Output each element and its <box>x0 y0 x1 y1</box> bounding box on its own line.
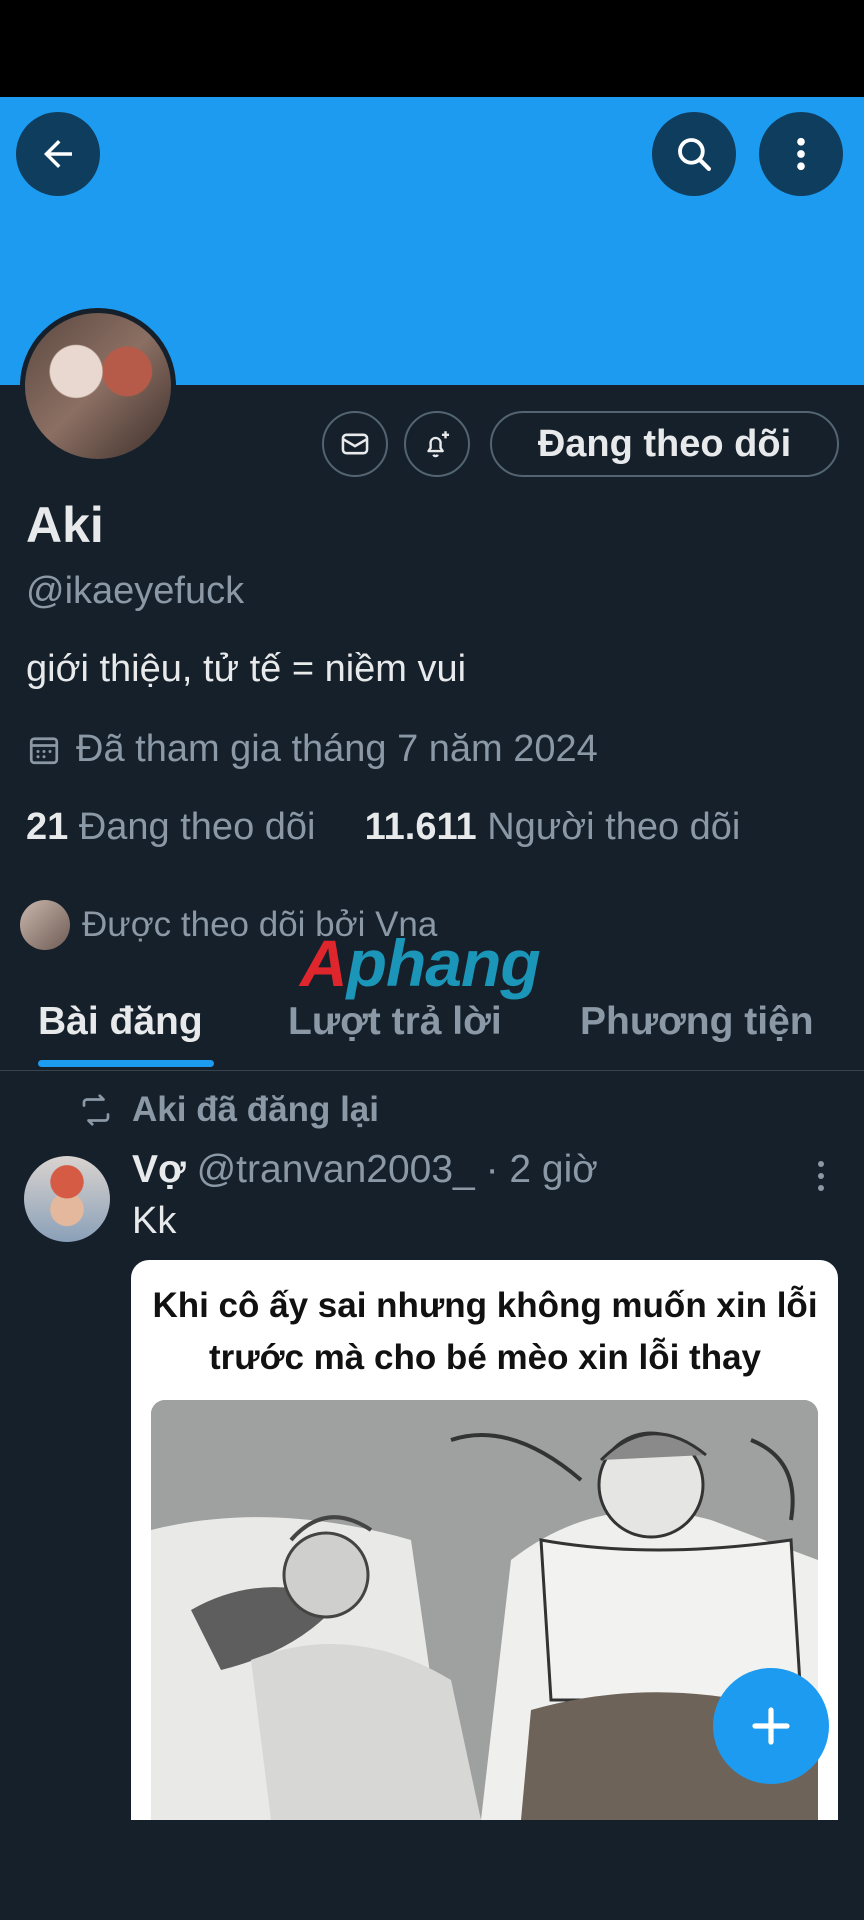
followers-count: 11.611 <box>364 806 477 848</box>
following-label: Đang theo dõi <box>78 806 316 848</box>
follow-stats: 21 Đang theo dõi 11.611 Người theo dõi <box>26 806 740 849</box>
notify-button[interactable] <box>404 411 470 477</box>
post-time: · 2 giờ <box>485 1148 598 1191</box>
post-author-name[interactable]: Vợ <box>132 1148 186 1191</box>
more-vertical-icon <box>797 137 805 171</box>
envelope-icon <box>341 433 369 455</box>
joined-date: Đã tham gia tháng 7 năm 2024 <box>26 728 598 771</box>
tab-posts[interactable]: Bài đăng <box>38 1000 203 1044</box>
bell-plus-icon <box>427 431 450 458</box>
media-caption: Khi cô ấy sai nhưng không muốn xin lỗi t… <box>152 1286 818 1377</box>
repost-indicator: Aki đã đăng lại <box>78 1090 379 1130</box>
post-header: Vợ @tranvan2003_ · 2 giờ <box>132 1148 598 1192</box>
search-button[interactable] <box>652 112 736 196</box>
status-bar <box>0 0 864 97</box>
profile-handle: @ikaeyefuck <box>26 570 245 612</box>
calendar-icon <box>29 736 59 764</box>
arrow-left-icon <box>44 140 72 168</box>
repost-text: Aki đã đăng lại <box>132 1090 379 1129</box>
post-text: Kk <box>132 1200 177 1242</box>
following-link[interactable]: 21 Đang theo dõi <box>26 806 315 848</box>
message-button[interactable] <box>322 411 388 477</box>
profile-tabs: Bài đăng Lượt trả lời Phương tiện <box>0 990 864 1071</box>
post-author-handle[interactable]: @tranvan2003_ <box>197 1148 475 1191</box>
tab-media[interactable]: Phương tiện <box>580 1000 814 1044</box>
watermark-part2: phang <box>346 926 541 1000</box>
repost-icon <box>82 1094 110 1126</box>
joined-text: Đã tham gia tháng 7 năm 2024 <box>76 728 598 770</box>
mutual-avatar <box>20 900 70 950</box>
watermark-part1: A <box>300 926 348 1000</box>
active-tab-indicator <box>38 1060 214 1067</box>
profile-bio: giới thiệu, tử tế = niềm vui <box>26 648 467 690</box>
plus-icon <box>752 1707 790 1745</box>
tab-replies[interactable]: Lượt trả lời <box>288 1000 502 1044</box>
post-author-avatar[interactable] <box>24 1156 110 1242</box>
following-button[interactable]: Đang theo dõi <box>490 411 839 477</box>
comic-illustration <box>151 1400 818 1820</box>
profile-avatar[interactable] <box>20 308 176 464</box>
comic-drawing <box>151 1400 818 1820</box>
followers-label: Người theo dõi <box>487 806 741 848</box>
followers-link[interactable]: 11.611 Người theo dõi <box>365 806 741 848</box>
following-count: 21 <box>26 806 69 848</box>
profile-name: Aki <box>26 497 104 553</box>
post-more-icon[interactable] <box>806 1156 836 1196</box>
compose-post-button[interactable] <box>713 1668 829 1784</box>
back-button[interactable] <box>16 112 100 196</box>
search-icon <box>678 138 711 171</box>
more-button[interactable] <box>759 112 843 196</box>
